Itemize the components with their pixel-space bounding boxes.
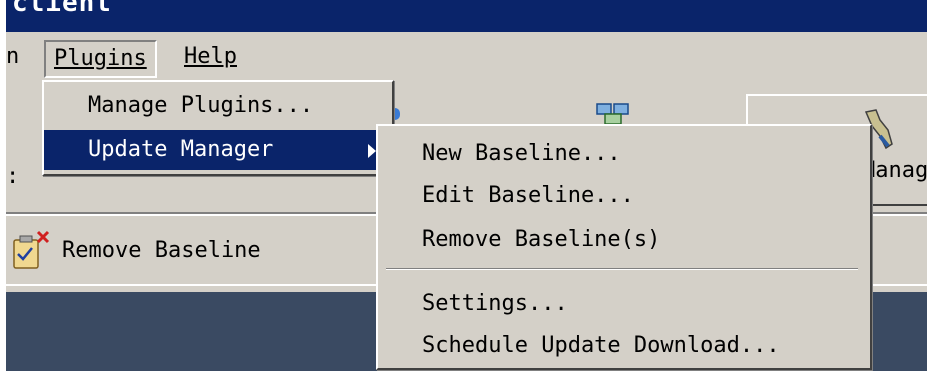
menu-item-schedule-update-download[interactable]: Schedule Update Download... xyxy=(378,326,870,366)
menu-item-new-baseline[interactable]: New Baseline... xyxy=(378,134,870,174)
menu-item-remove-baselines[interactable]: Remove Baseline(s) xyxy=(378,220,870,260)
menu-item-label: Schedule Update Download... xyxy=(422,333,780,358)
remove-baseline-label: Remove Baseline xyxy=(62,238,261,263)
menu-help-label: Help xyxy=(184,44,237,69)
toolbar-colon: : xyxy=(6,164,20,189)
menu-item-update-manager[interactable]: Update Manager xyxy=(44,130,392,170)
menu-item-edit-baseline[interactable]: Edit Baseline... xyxy=(378,176,870,216)
menu-item-label: New Baseline... xyxy=(422,141,621,166)
app-window: client n Plugins Help Manag : Remove Bas… xyxy=(6,0,927,371)
menu-plugins[interactable]: Plugins xyxy=(44,40,157,78)
menu-item-settings[interactable]: Settings... xyxy=(378,284,870,324)
menu-item-label: Manage Plugins... xyxy=(88,93,314,118)
clipboard-remove-icon xyxy=(13,230,50,269)
menu-help[interactable]: Help xyxy=(176,40,245,74)
menu-prev[interactable]: n xyxy=(6,40,27,74)
menu-separator xyxy=(386,268,858,270)
menu-item-label: Remove Baseline(s) xyxy=(422,227,661,252)
plugins-menu: Manage Plugins... Update Manager xyxy=(42,80,394,176)
menu-item-label: Update Manager xyxy=(88,137,274,162)
title-bar: client xyxy=(6,0,927,32)
menu-plugins-label: Plugins xyxy=(54,46,147,71)
submenu-arrow-icon xyxy=(368,144,376,158)
menu-bar: n Plugins Help xyxy=(6,32,927,84)
menu-item-label: Settings... xyxy=(422,291,568,316)
window-title: client xyxy=(12,0,112,18)
menu-item-manage-plugins[interactable]: Manage Plugins... xyxy=(44,86,392,126)
update-manager-menu: New Baseline... Edit Baseline... Remove … xyxy=(376,124,872,370)
network-icon[interactable] xyxy=(596,102,630,126)
remove-baseline-button[interactable]: Remove Baseline xyxy=(6,216,304,284)
menu-item-label: Edit Baseline... xyxy=(422,183,634,208)
